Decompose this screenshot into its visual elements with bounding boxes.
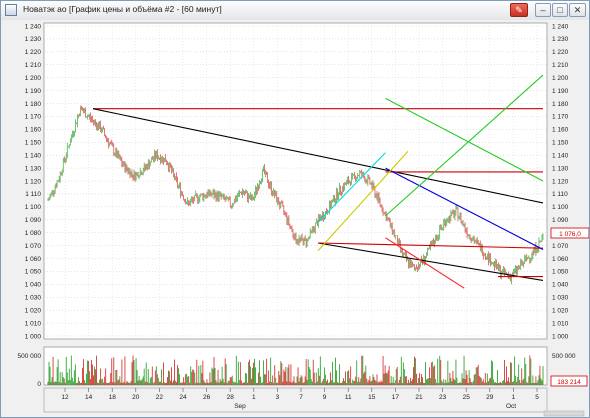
chart-svg[interactable]: 1 0001 0101 0201 0301 0401 0501 0601 070… bbox=[1, 20, 589, 417]
date-tick-label: 14 bbox=[85, 394, 93, 401]
date-tick-label: 11 bbox=[345, 394, 352, 401]
price-tick-label: 1 210 bbox=[552, 62, 569, 69]
price-tick-label: 1 230 bbox=[552, 36, 569, 43]
date-tick-label: 26 bbox=[203, 394, 211, 401]
price-tick-label: 1 010 bbox=[552, 320, 569, 327]
price-tick-label: 1 240 bbox=[25, 23, 42, 30]
price-tick-label: 1 040 bbox=[552, 282, 569, 289]
price-tick-label: 1 020 bbox=[552, 307, 569, 314]
price-tick-label: 1 180 bbox=[25, 101, 42, 108]
price-tick-label: 1 090 bbox=[552, 217, 569, 224]
price-tick-label: 1 150 bbox=[552, 140, 569, 147]
volume-tick-left-1: 500 000 bbox=[18, 353, 42, 360]
date-axis bbox=[43, 387, 548, 413]
date-tick-label: 7 bbox=[299, 394, 303, 401]
price-tick-label: 1 140 bbox=[552, 152, 569, 159]
maximize-icon[interactable]: □ bbox=[552, 3, 568, 17]
price-tick-label: 1 070 bbox=[552, 243, 569, 250]
date-tick-label: 24 bbox=[179, 394, 187, 401]
price-tick-label: 1 000 bbox=[25, 333, 42, 340]
price-tick-label: 1 140 bbox=[25, 152, 42, 159]
horizontal-scrollbar[interactable] bbox=[543, 410, 585, 417]
price-tick-label: 1 130 bbox=[552, 165, 569, 172]
date-tick-label: 20 bbox=[132, 394, 140, 401]
date-tick-label: 12 bbox=[61, 394, 69, 401]
month-label-oct: Oct bbox=[506, 403, 516, 410]
price-tick-label: 1 100 bbox=[552, 204, 569, 211]
pin-icon[interactable]: ✎ bbox=[510, 3, 528, 17]
price-tick-label: 1 210 bbox=[25, 62, 42, 69]
volume-tick-right-1: 500 000 bbox=[552, 353, 576, 360]
date-tick-label: 1 bbox=[512, 394, 516, 401]
chart-window: Новатэк ао [График цены и объёма #2 - [6… bbox=[0, 0, 590, 418]
date-tick-label: 21 bbox=[415, 394, 423, 401]
price-tick-label: 1 020 bbox=[25, 307, 42, 314]
price-tick-label: 1 190 bbox=[552, 88, 569, 95]
window-title: Новатэк ао [График цены и объёма #2 - [6… bbox=[23, 4, 222, 14]
price-volume-chart[interactable]: 1 000 1 010 1 020 1 030 1 040 1 050 1 060 1 070… bbox=[1, 20, 589, 417]
price-tick-label: 1 150 bbox=[25, 140, 42, 147]
price-tick-label: 1 160 bbox=[552, 127, 569, 134]
minimize-icon[interactable]: – bbox=[535, 3, 551, 17]
price-tick-label: 1 030 bbox=[552, 295, 569, 302]
price-tick-label: 1 180 bbox=[552, 101, 569, 108]
date-tick-label: 9 bbox=[323, 394, 327, 401]
price-tick-label: 1 120 bbox=[25, 178, 42, 185]
price-tick-label: 1 070 bbox=[25, 243, 42, 250]
last-price-label: 1 076,0 bbox=[559, 231, 581, 238]
date-tick-label: 23 bbox=[439, 394, 447, 401]
price-tick-label: 1 120 bbox=[552, 178, 569, 185]
date-tick-label: 25 bbox=[463, 394, 471, 401]
price-tick-label: 1 060 bbox=[552, 256, 569, 263]
last-volume-label: 183 214 bbox=[557, 379, 581, 386]
date-tick-label: 3 bbox=[276, 394, 280, 401]
close-icon[interactable]: ✕ bbox=[569, 3, 586, 17]
title-bar[interactable]: Новатэк ао [График цены и объёма #2 - [6… bbox=[1, 1, 589, 21]
month-label-sep: Sep bbox=[234, 403, 246, 410]
chart-window-icon bbox=[5, 4, 17, 16]
price-tick-label: 1 090 bbox=[25, 217, 42, 224]
price-tick-label: 1 200 bbox=[25, 75, 42, 82]
date-tick-label: 15 bbox=[368, 394, 376, 401]
price-tick-label: 1 240 bbox=[552, 23, 569, 30]
price-tick-label: 1 170 bbox=[25, 114, 42, 121]
price-tick-label: 1 000 bbox=[552, 333, 569, 340]
price-tick-label: 1 080 bbox=[25, 230, 42, 237]
price-tick-label: 1 170 bbox=[552, 114, 569, 121]
date-tick-label: 28 bbox=[227, 394, 235, 401]
price-tick-label: 1 060 bbox=[25, 256, 42, 263]
price-tick-label: 1 230 bbox=[25, 36, 42, 43]
date-tick-label: 29 bbox=[486, 394, 494, 401]
date-tick-label: 18 bbox=[109, 394, 117, 401]
date-tick-label: 1 bbox=[252, 394, 256, 401]
date-tick-label: 22 bbox=[156, 394, 164, 401]
price-tick-label: 1 160 bbox=[25, 127, 42, 134]
price-tick-label: 1 130 bbox=[25, 165, 42, 172]
price-tick-label: 1 010 bbox=[25, 320, 42, 327]
price-tick-label: 1 100 bbox=[25, 204, 42, 211]
price-tick-label: 1 030 bbox=[25, 295, 42, 302]
price-tick-label: 1 110 bbox=[552, 191, 568, 198]
price-tick-label: 1 050 bbox=[552, 269, 569, 276]
price-tick-label: 1 190 bbox=[25, 88, 42, 95]
price-tick-label: 1 110 bbox=[25, 191, 41, 198]
date-tick-label: 5 bbox=[535, 394, 539, 401]
price-tick-label: 1 040 bbox=[25, 282, 42, 289]
price-tick-label: 1 200 bbox=[552, 75, 569, 82]
price-tick-label: 1 220 bbox=[552, 49, 569, 56]
volume-plot-area bbox=[43, 346, 548, 386]
price-tick-label: 1 050 bbox=[25, 269, 42, 276]
price-tick-label: 1 220 bbox=[25, 49, 42, 56]
date-tick-label: 17 bbox=[392, 394, 400, 401]
volume-tick-left-0: 0 bbox=[37, 381, 41, 388]
